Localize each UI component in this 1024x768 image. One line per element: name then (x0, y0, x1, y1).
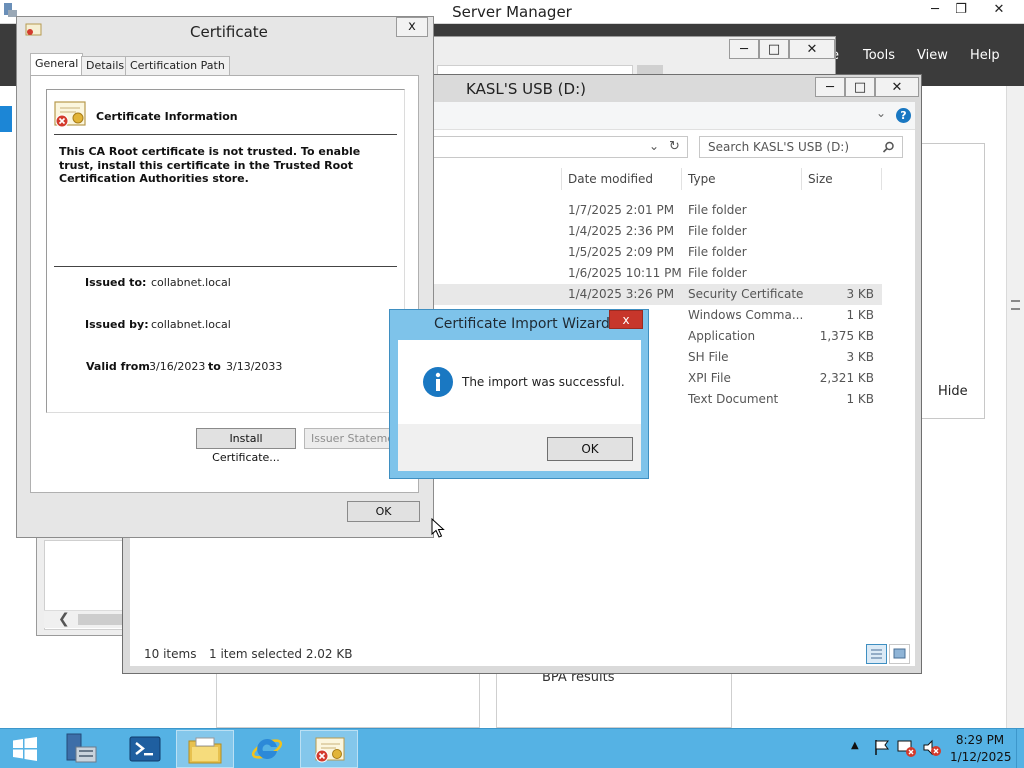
show-hidden-icons-icon[interactable]: ▲ (851, 740, 859, 751)
dashboard-tile (216, 672, 480, 728)
windows-logo-icon (13, 737, 37, 761)
import-wizard-title: Certificate Import Wizard (434, 316, 610, 332)
certificate-info-title: Certificate Information (96, 110, 238, 123)
help-icon[interactable]: ? (896, 108, 911, 123)
speaker-muted-icon[interactable] (922, 739, 942, 757)
issued-to-label: Issued to: (85, 276, 147, 289)
vertical-scrollbar[interactable] (1006, 86, 1024, 728)
file-row[interactable]: 1/6/2025 10:11 PM File folder (430, 263, 882, 284)
trust-warning-message: This CA Root certificate is not trusted.… (59, 145, 361, 185)
scroll-thumb[interactable] (78, 614, 126, 625)
file-row-selected[interactable]: 1/4/2025 3:26 PM Security Certificate 3 KB (430, 284, 882, 305)
taskbar-internet-explorer[interactable] (238, 730, 296, 768)
certificate-title: Certificate (190, 23, 268, 41)
show-desktop-button[interactable] (1016, 729, 1024, 768)
file-row[interactable]: 1/5/2025 2:09 PM File folder (430, 242, 882, 263)
server-manager-icon (66, 733, 97, 763)
menu-tools[interactable]: Tools (863, 48, 895, 63)
refresh-icon[interactable]: ↻ (669, 139, 680, 154)
issuer-statement-button[interactable]: Issuer Statement (304, 428, 390, 449)
column-size[interactable]: Size (802, 168, 882, 190)
tile-panel (922, 143, 985, 419)
internet-explorer-icon (251, 738, 283, 759)
details-view-button[interactable] (866, 644, 887, 664)
expand-ribbon-icon[interactable]: ⌄ (876, 106, 886, 120)
address-dropdown-icon[interactable]: ⌄ (649, 139, 659, 153)
taskbar-file-explorer[interactable] (176, 730, 234, 768)
hide-link[interactable]: Hide (938, 384, 968, 399)
import-wizard-close-button[interactable]: x (609, 310, 643, 329)
certificate-small-icon (25, 23, 42, 36)
valid-to-value: 3/13/2033 (226, 360, 283, 373)
file-row[interactable]: 1/7/2025 2:01 PM File folder (430, 200, 882, 221)
issued-to-value: collabnet.local (151, 276, 231, 289)
column-date-modified[interactable]: Date modified (562, 168, 682, 190)
issued-by-value: collabnet.local (151, 318, 231, 331)
clock-date[interactable]: 1/12/2025 (950, 750, 1012, 764)
taskbar-server-manager[interactable] (52, 730, 110, 768)
scroll-left-icon[interactable]: ❮ (58, 611, 70, 627)
minimize-button[interactable]: ─ (922, 0, 948, 20)
scroll-grip-icon (1011, 300, 1020, 310)
column-name[interactable] (430, 168, 562, 190)
file-row[interactable]: 1/4/2025 2:36 PM File folder (430, 221, 882, 242)
valid-to-label: to (208, 360, 221, 373)
search-box[interactable]: Search KASL'S USB (D:) (699, 136, 903, 158)
close-button[interactable]: ✕ (976, 0, 1022, 20)
search-icon[interactable] (882, 141, 895, 154)
large-icons-view-icon (893, 648, 906, 659)
explorer-title: KASL'S USB (D:) (466, 80, 586, 98)
restore-button[interactable]: ❐ (948, 0, 974, 20)
column-type[interactable]: Type (682, 168, 802, 190)
menu-help[interactable]: Help (970, 48, 1000, 63)
menu-view[interactable]: View (917, 48, 948, 63)
taskbar-certificate[interactable] (300, 730, 358, 768)
certificate-icon (54, 101, 86, 128)
tab-general[interactable]: General (30, 53, 84, 76)
minimize-button[interactable]: ─ (729, 39, 759, 59)
start-button[interactable] (0, 730, 52, 768)
info-icon (423, 367, 453, 397)
status-selection: 1 item selected 2.02 KB (209, 647, 353, 661)
install-certificate-button[interactable]: Install Certificate... (196, 428, 296, 464)
folder-icon (188, 737, 222, 764)
nav-selected-item[interactable] (0, 106, 12, 132)
minimize-button[interactable]: ─ (815, 77, 845, 97)
maximize-button[interactable]: □ (759, 39, 789, 59)
divider (54, 134, 397, 135)
certificate-close-button[interactable]: x (396, 17, 428, 37)
clock-time[interactable]: 8:29 PM (950, 733, 1010, 747)
large-icons-view-button[interactable] (889, 644, 910, 664)
tab-certification-path[interactable]: Certification Path (125, 56, 230, 75)
network-warning-icon[interactable] (897, 739, 917, 757)
powershell-icon (129, 736, 161, 762)
details-view-icon (871, 649, 882, 659)
certificate-icon (315, 737, 345, 763)
close-button[interactable]: ✕ (789, 39, 835, 59)
search-placeholder: Search KASL'S USB (D:) (708, 140, 850, 154)
certificate-ok-button[interactable]: OK (347, 501, 420, 522)
divider (54, 266, 397, 267)
close-button[interactable]: ✕ (875, 77, 919, 97)
valid-from-label: Valid from (86, 360, 150, 373)
wizard-ok-button[interactable]: OK (547, 437, 633, 461)
maximize-button[interactable]: □ (845, 77, 875, 97)
issued-by-label: Issued by: (85, 318, 149, 331)
valid-from-value: 3/16/2023 (149, 360, 206, 373)
action-center-flag-icon[interactable] (873, 739, 891, 755)
server-manager-nav (0, 86, 12, 728)
horizontal-scrollbar[interactable]: ❮ (44, 610, 128, 628)
taskbar-powershell[interactable] (116, 730, 174, 768)
import-success-message: The import was successful. (462, 375, 625, 389)
status-item-count: 10 items (144, 647, 197, 661)
tab-details[interactable]: Details (81, 56, 130, 75)
mouse-cursor-icon (431, 518, 445, 538)
